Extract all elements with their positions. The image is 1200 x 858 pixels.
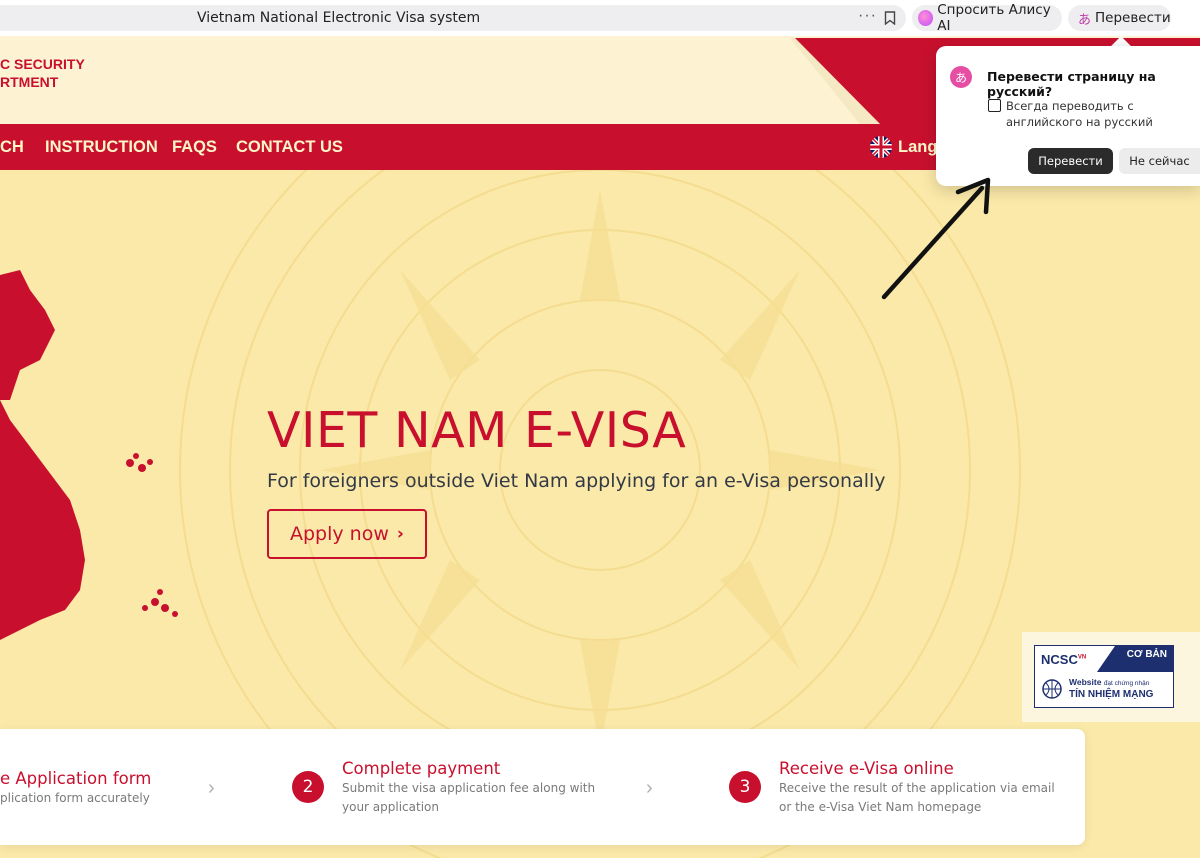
- nav-item-search[interactable]: CH: [0, 138, 24, 157]
- bookmark-icon[interactable]: [884, 11, 896, 25]
- chevron-right-icon: ›: [396, 524, 404, 544]
- ask-alice-label: Спросить Алису AI: [937, 2, 1051, 34]
- nav-item-faqs[interactable]: FAQS: [172, 138, 217, 157]
- step-2-desc-line-1: Submit the visa application fee along wi…: [342, 781, 596, 795]
- translate-popup-title: Перевести страницу на русский?: [987, 69, 1156, 99]
- translate-toolbar-button[interactable]: あ Перевести: [1068, 5, 1171, 31]
- department-name: C SECURITY RTMENT: [0, 55, 85, 91]
- step-3-desc-line-2: or the e-Visa Viet Nam homepage: [779, 800, 982, 814]
- translate-icon: あ: [950, 66, 972, 88]
- apply-now-label: Apply now: [290, 523, 389, 545]
- step-3-desc-line-1: Receive the result of the application vi…: [779, 781, 1055, 795]
- tab-title: Vietnam National Electronic Visa system: [197, 10, 481, 26]
- translate-button[interactable]: Перевести: [1028, 148, 1113, 174]
- department-line-1: C SECURITY: [0, 56, 85, 72]
- badge-line-2: TÍN NHIỆM MẠNG: [1069, 689, 1154, 700]
- translate-popup: あ Перевести страницу на русский? Всегда …: [936, 46, 1200, 186]
- badge-level: CƠ BẢN: [1126, 649, 1167, 660]
- language-label: Lang: [898, 137, 938, 156]
- ask-alice-button[interactable]: Спросить Алису AI: [912, 2, 1062, 34]
- translate-icon: あ: [1078, 12, 1092, 28]
- steps-card: e Application form plication form accura…: [0, 729, 1085, 845]
- vietnam-map: [0, 270, 178, 640]
- chevron-right-icon: ›: [208, 777, 215, 799]
- chevron-right-icon: ›: [646, 777, 653, 799]
- department-line-2: RTMENT: [0, 74, 59, 90]
- nav-item-contact-us[interactable]: CONTACT US: [236, 138, 343, 157]
- translate-toolbar-label: Перевести: [1095, 10, 1171, 26]
- step-2-title[interactable]: Complete payment: [342, 759, 500, 778]
- alice-icon: [918, 10, 934, 26]
- step-1-desc: plication form accurately: [0, 791, 150, 805]
- globe-icon: [1042, 679, 1062, 699]
- address-bar[interactable]: Vietnam National Electronic Visa system …: [0, 5, 906, 31]
- always-translate-checkbox[interactable]: [988, 99, 1001, 112]
- language-selector[interactable]: Lang: [870, 136, 937, 158]
- always-translate-label[interactable]: Всегда переводить с английского на русск…: [1006, 98, 1191, 130]
- ncsc-logo-text: NCSCVN: [1041, 652, 1087, 667]
- not-now-button[interactable]: Не сейчас: [1119, 148, 1200, 174]
- browser-toolbar: Vietnam National Electronic Visa system …: [0, 0, 1200, 36]
- badge-line-1: Website đạt chứng nhận: [1069, 677, 1150, 687]
- ncsc-trust-badge[interactable]: NCSCVN CƠ BẢN Website đạt chứng nhận TÍN…: [1034, 645, 1174, 708]
- ellipsis-icon[interactable]: ···: [858, 7, 877, 25]
- step-2-desc-line-2: your application: [342, 800, 439, 814]
- step-1-title[interactable]: e Application form: [0, 769, 151, 788]
- nav-item-instruction[interactable]: INSTRUCTION: [45, 138, 158, 157]
- step-2-number: 2: [292, 771, 324, 803]
- uk-flag-icon: [870, 136, 892, 158]
- hero-title: VIET NAM E-VISA: [267, 402, 687, 459]
- step-3-title[interactable]: Receive e-Visa online: [779, 759, 954, 778]
- apply-now-button[interactable]: Apply now ›: [267, 509, 427, 559]
- step-3-number: 3: [729, 771, 761, 803]
- hero-subtitle: For foreigners outside Viet Nam applying…: [267, 470, 886, 492]
